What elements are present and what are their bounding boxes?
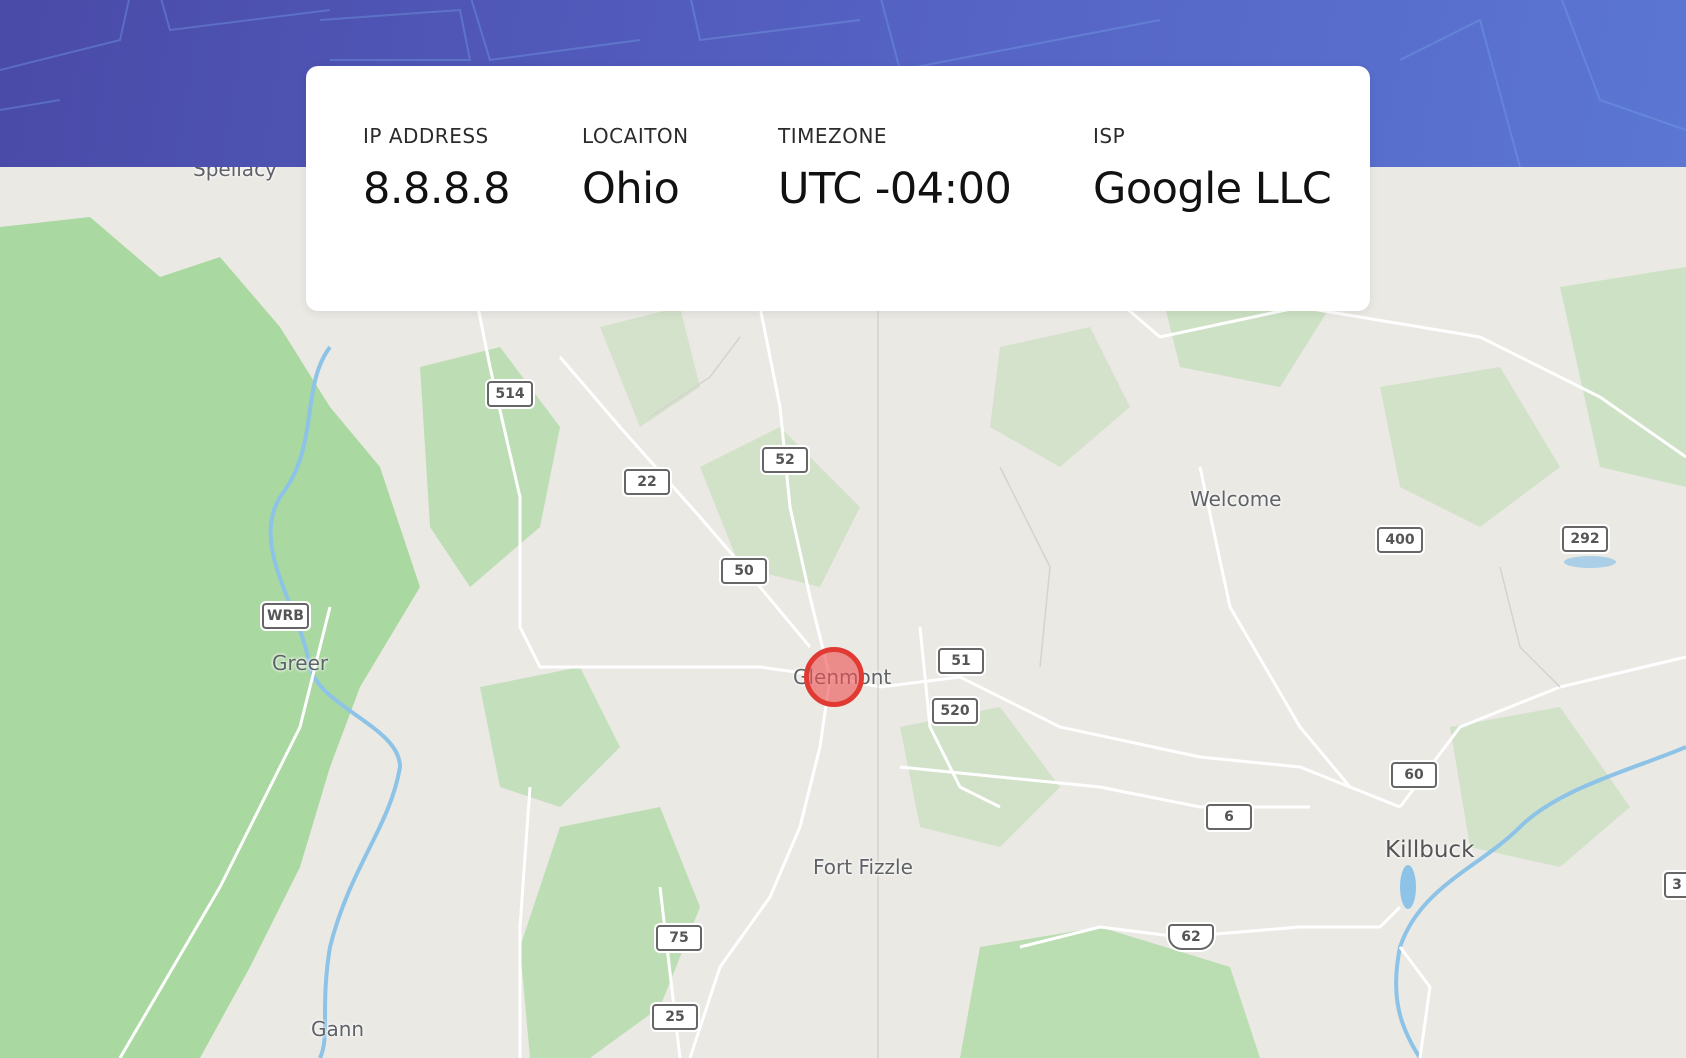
isp-value: Google LLC: [1093, 164, 1332, 214]
route-shield: 6: [1206, 804, 1252, 830]
route-shield: 520: [932, 698, 978, 724]
timezone-label: TIMEZONE: [778, 124, 888, 148]
route-shield: 25: [652, 1004, 698, 1030]
isp-section: ISP Google LLC: [1093, 124, 1332, 214]
place-label: Gann: [311, 1017, 365, 1041]
route-shield: 51: [938, 648, 984, 674]
route-shield: 3: [1664, 872, 1686, 898]
route-shield: 292: [1562, 526, 1608, 552]
route-shield: 75: [656, 925, 702, 951]
place-label: Killbuck: [1385, 837, 1475, 863]
route-shield: 22: [624, 469, 670, 495]
route-shield: 52: [762, 447, 808, 473]
ip-address-section: IP ADDRESS 8.8.8.8: [363, 124, 510, 214]
route-shield: WRB: [262, 603, 309, 629]
location-marker[interactable]: [804, 647, 864, 707]
route-shield: 400: [1377, 527, 1423, 553]
route-shield: 62: [1168, 924, 1214, 950]
ip-address-value: 8.8.8.8: [363, 164, 510, 214]
place-label: Welcome: [1190, 487, 1282, 511]
place-label: Greer: [272, 651, 329, 675]
route-shield: 50: [721, 558, 767, 584]
location-label: LOCAITON: [582, 124, 689, 148]
route-shield: 514: [487, 381, 533, 407]
place-label: Fort Fizzle: [813, 855, 913, 879]
ip-info-card: IP ADDRESS 8.8.8.8 LOCAITON Ohio TIMEZON…: [306, 66, 1370, 311]
ip-address-label: IP ADDRESS: [363, 124, 489, 148]
location-value: Ohio: [582, 164, 680, 214]
isp-label: ISP: [1093, 124, 1126, 148]
place-label: Spellacy: [193, 167, 277, 181]
timezone-value: UTC -04:00: [778, 164, 1012, 214]
route-shield: 60: [1391, 762, 1437, 788]
timezone-section: TIMEZONE UTC -04:00: [778, 124, 1012, 214]
location-section: LOCAITON Ohio: [582, 124, 689, 214]
